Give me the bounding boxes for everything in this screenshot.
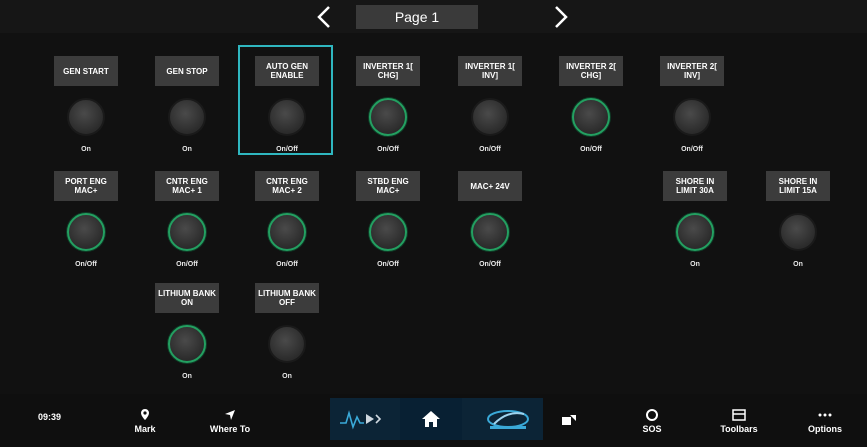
button-state: On/Off	[276, 146, 298, 153]
button-label: GEN STOP	[155, 56, 219, 86]
switch-knob[interactable]	[676, 213, 714, 251]
button-state: On/Off	[377, 146, 399, 153]
switch-knob[interactable]	[168, 213, 206, 251]
navigation-arrow-icon	[224, 408, 236, 422]
button-label: LITHIUM BANK ON	[155, 283, 219, 313]
previous-page-button[interactable]	[312, 3, 338, 31]
button-label: SHORE IN LIMIT 30A	[663, 171, 727, 201]
button-label: INVERTER 1[ INV]	[458, 56, 522, 86]
button-state: On/Off	[75, 261, 97, 268]
options-label: Options	[808, 423, 842, 434]
switch-knob[interactable]	[168, 325, 206, 363]
page-title: Page 1	[356, 5, 478, 29]
lithium-bank-on-button[interactable]: LITHIUM BANK ON On	[150, 283, 230, 387]
brand-logo-icon	[487, 410, 529, 429]
cast-button[interactable]	[554, 394, 584, 447]
button-label: AUTO GEN ENABLE	[255, 56, 319, 86]
button-label: SHORE IN LIMIT 15A	[766, 171, 830, 201]
autopilot-button[interactable]	[330, 398, 390, 440]
shore-in-limit-15a-button[interactable]: SHORE IN LIMIT 15A On	[761, 171, 841, 275]
center-app-strip	[330, 398, 543, 440]
more-icon	[818, 408, 832, 422]
top-bar: Page 1	[0, 0, 867, 33]
gen-stop-button[interactable]: GEN STOP On	[150, 56, 230, 160]
button-state: On/Off	[681, 146, 703, 153]
toolbars-button[interactable]: Toolbars	[712, 394, 766, 447]
button-label: PORT ENG MAC+	[54, 171, 118, 201]
map-pin-icon	[140, 408, 150, 422]
switch-knob[interactable]	[268, 98, 306, 136]
button-state: On/Off	[479, 146, 501, 153]
button-state: On	[282, 373, 292, 380]
sos-label: SOS	[642, 423, 662, 434]
clock: 09:39‍	[38, 412, 62, 422]
switch-panel: GEN START On GEN STOP On AUTO GEN ENABLE…	[0, 33, 867, 394]
switch-knob[interactable]	[471, 98, 509, 136]
gen-start-button[interactable]: GEN START On	[49, 56, 129, 160]
cntr-eng-mac-1-button[interactable]: CNTR ENG MAC+ 1 On/Off	[150, 171, 230, 275]
mac-24v-button[interactable]: MAC+ 24V On/Off	[453, 171, 533, 275]
button-state: On	[690, 261, 700, 268]
options-button[interactable]: Options	[800, 394, 850, 447]
inverter-2-inv-button[interactable]: INVERTER 2[ INV] On/Off	[655, 56, 735, 160]
button-state: On/Off	[580, 146, 602, 153]
where-to-button[interactable]: Where To	[198, 394, 262, 447]
mark-label: Mark	[134, 423, 156, 434]
button-label: CNTR ENG MAC+ 1	[155, 171, 219, 201]
where-to-label: Where To	[209, 423, 251, 434]
button-label: MAC+ 24V	[458, 171, 522, 201]
button-state: On	[81, 146, 91, 153]
switch-knob[interactable]	[471, 213, 509, 251]
inverter-1-chg-button[interactable]: INVERTER 1[ CHG] On/Off	[351, 56, 431, 160]
switch-knob[interactable]	[369, 213, 407, 251]
button-label: CNTR ENG MAC+ 2	[255, 171, 319, 201]
button-label: STBD ENG MAC+	[356, 171, 420, 201]
inverter-2-chg-button[interactable]: INVERTER 2[ CHG] On/Off	[554, 56, 634, 160]
button-label: GEN START	[54, 56, 118, 86]
switch-knob[interactable]	[572, 98, 610, 136]
switch-knob[interactable]	[67, 213, 105, 251]
switch-knob[interactable]	[673, 98, 711, 136]
button-label: INVERTER 1[ CHG]	[356, 56, 420, 86]
auto-gen-enable-button[interactable]: AUTO GEN ENABLE On/Off	[250, 56, 330, 160]
button-state: On/Off	[276, 261, 298, 268]
cast-icon	[561, 413, 577, 427]
sos-button[interactable]: SOS	[632, 394, 672, 447]
lithium-bank-off-button[interactable]: LITHIUM BANK OFF On	[250, 283, 330, 387]
button-label: INVERTER 2[ INV]	[660, 56, 724, 86]
chevron-left-icon	[317, 6, 330, 28]
switch-knob[interactable]	[67, 98, 105, 136]
switch-knob[interactable]	[268, 325, 306, 363]
shore-in-limit-30a-button[interactable]: SHORE IN LIMIT 30A On	[658, 171, 738, 275]
home-icon	[422, 411, 440, 427]
chevron-right-icon	[555, 6, 568, 28]
button-label: INVERTER 2[ CHG]	[559, 56, 623, 86]
switch-knob[interactable]	[369, 98, 407, 136]
button-state: On/Off	[377, 261, 399, 268]
cntr-eng-mac-2-button[interactable]: CNTR ENG MAC+ 2 On/Off	[250, 171, 330, 275]
button-state: On	[182, 146, 192, 153]
port-eng-mac-button[interactable]: PORT ENG MAC+ On/Off	[49, 171, 129, 275]
toolbar-icon	[732, 408, 746, 422]
switch-knob[interactable]	[168, 98, 206, 136]
lifebuoy-icon	[646, 408, 658, 422]
home-button[interactable]	[400, 398, 462, 440]
next-page-button[interactable]	[548, 3, 574, 31]
switch-knob[interactable]	[268, 213, 306, 251]
mark-button[interactable]: Mark	[120, 394, 170, 447]
stbd-eng-mac-button[interactable]: STBD ENG MAC+ On/Off	[351, 171, 431, 275]
inverter-1-inv-button[interactable]: INVERTER 1[ INV] On/Off	[453, 56, 533, 160]
button-state: On/Off	[176, 261, 198, 268]
autopilot-icon	[340, 410, 382, 430]
switch-knob[interactable]	[779, 213, 817, 251]
button-state: On	[182, 373, 192, 380]
brand-logo-button[interactable]	[478, 398, 538, 440]
toolbars-label: Toolbars	[720, 423, 758, 434]
button-state: On/Off	[479, 261, 501, 268]
button-state: On	[793, 261, 803, 268]
bottom-toolbar: 09:39‍ Mark Where To	[0, 394, 867, 447]
button-label: LITHIUM BANK OFF	[255, 283, 319, 313]
